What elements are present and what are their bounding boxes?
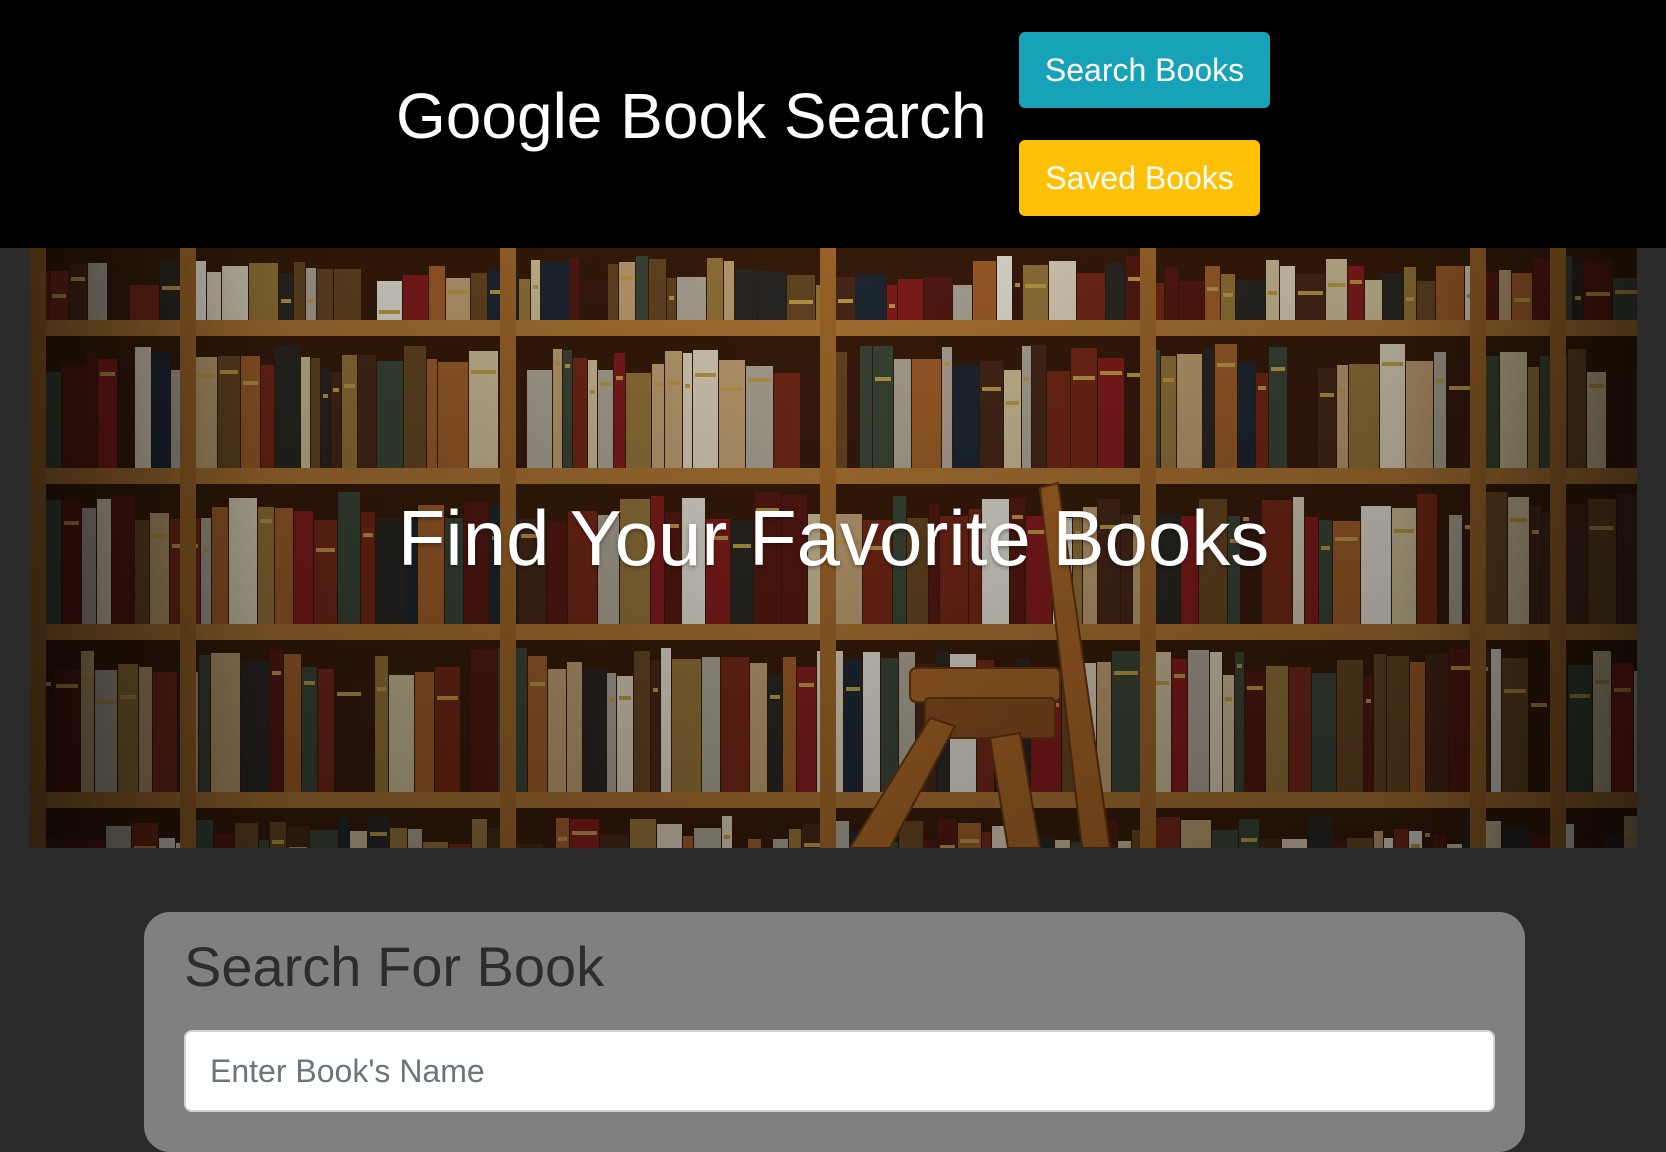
- app-title: Google Book Search: [396, 80, 987, 152]
- book-name-input[interactable]: [184, 1030, 1495, 1112]
- hero-title: Find Your Favorite Books: [397, 494, 1270, 582]
- search-card: Search For Book: [144, 912, 1525, 1152]
- search-books-button[interactable]: Search Books: [1019, 32, 1270, 108]
- navbar: Google Book Search Search Books Saved Bo…: [0, 0, 1666, 248]
- hero-banner: Find Your Favorite Books: [30, 248, 1637, 848]
- search-heading: Search For Book: [184, 935, 605, 998]
- saved-books-button[interactable]: Saved Books: [1019, 140, 1260, 216]
